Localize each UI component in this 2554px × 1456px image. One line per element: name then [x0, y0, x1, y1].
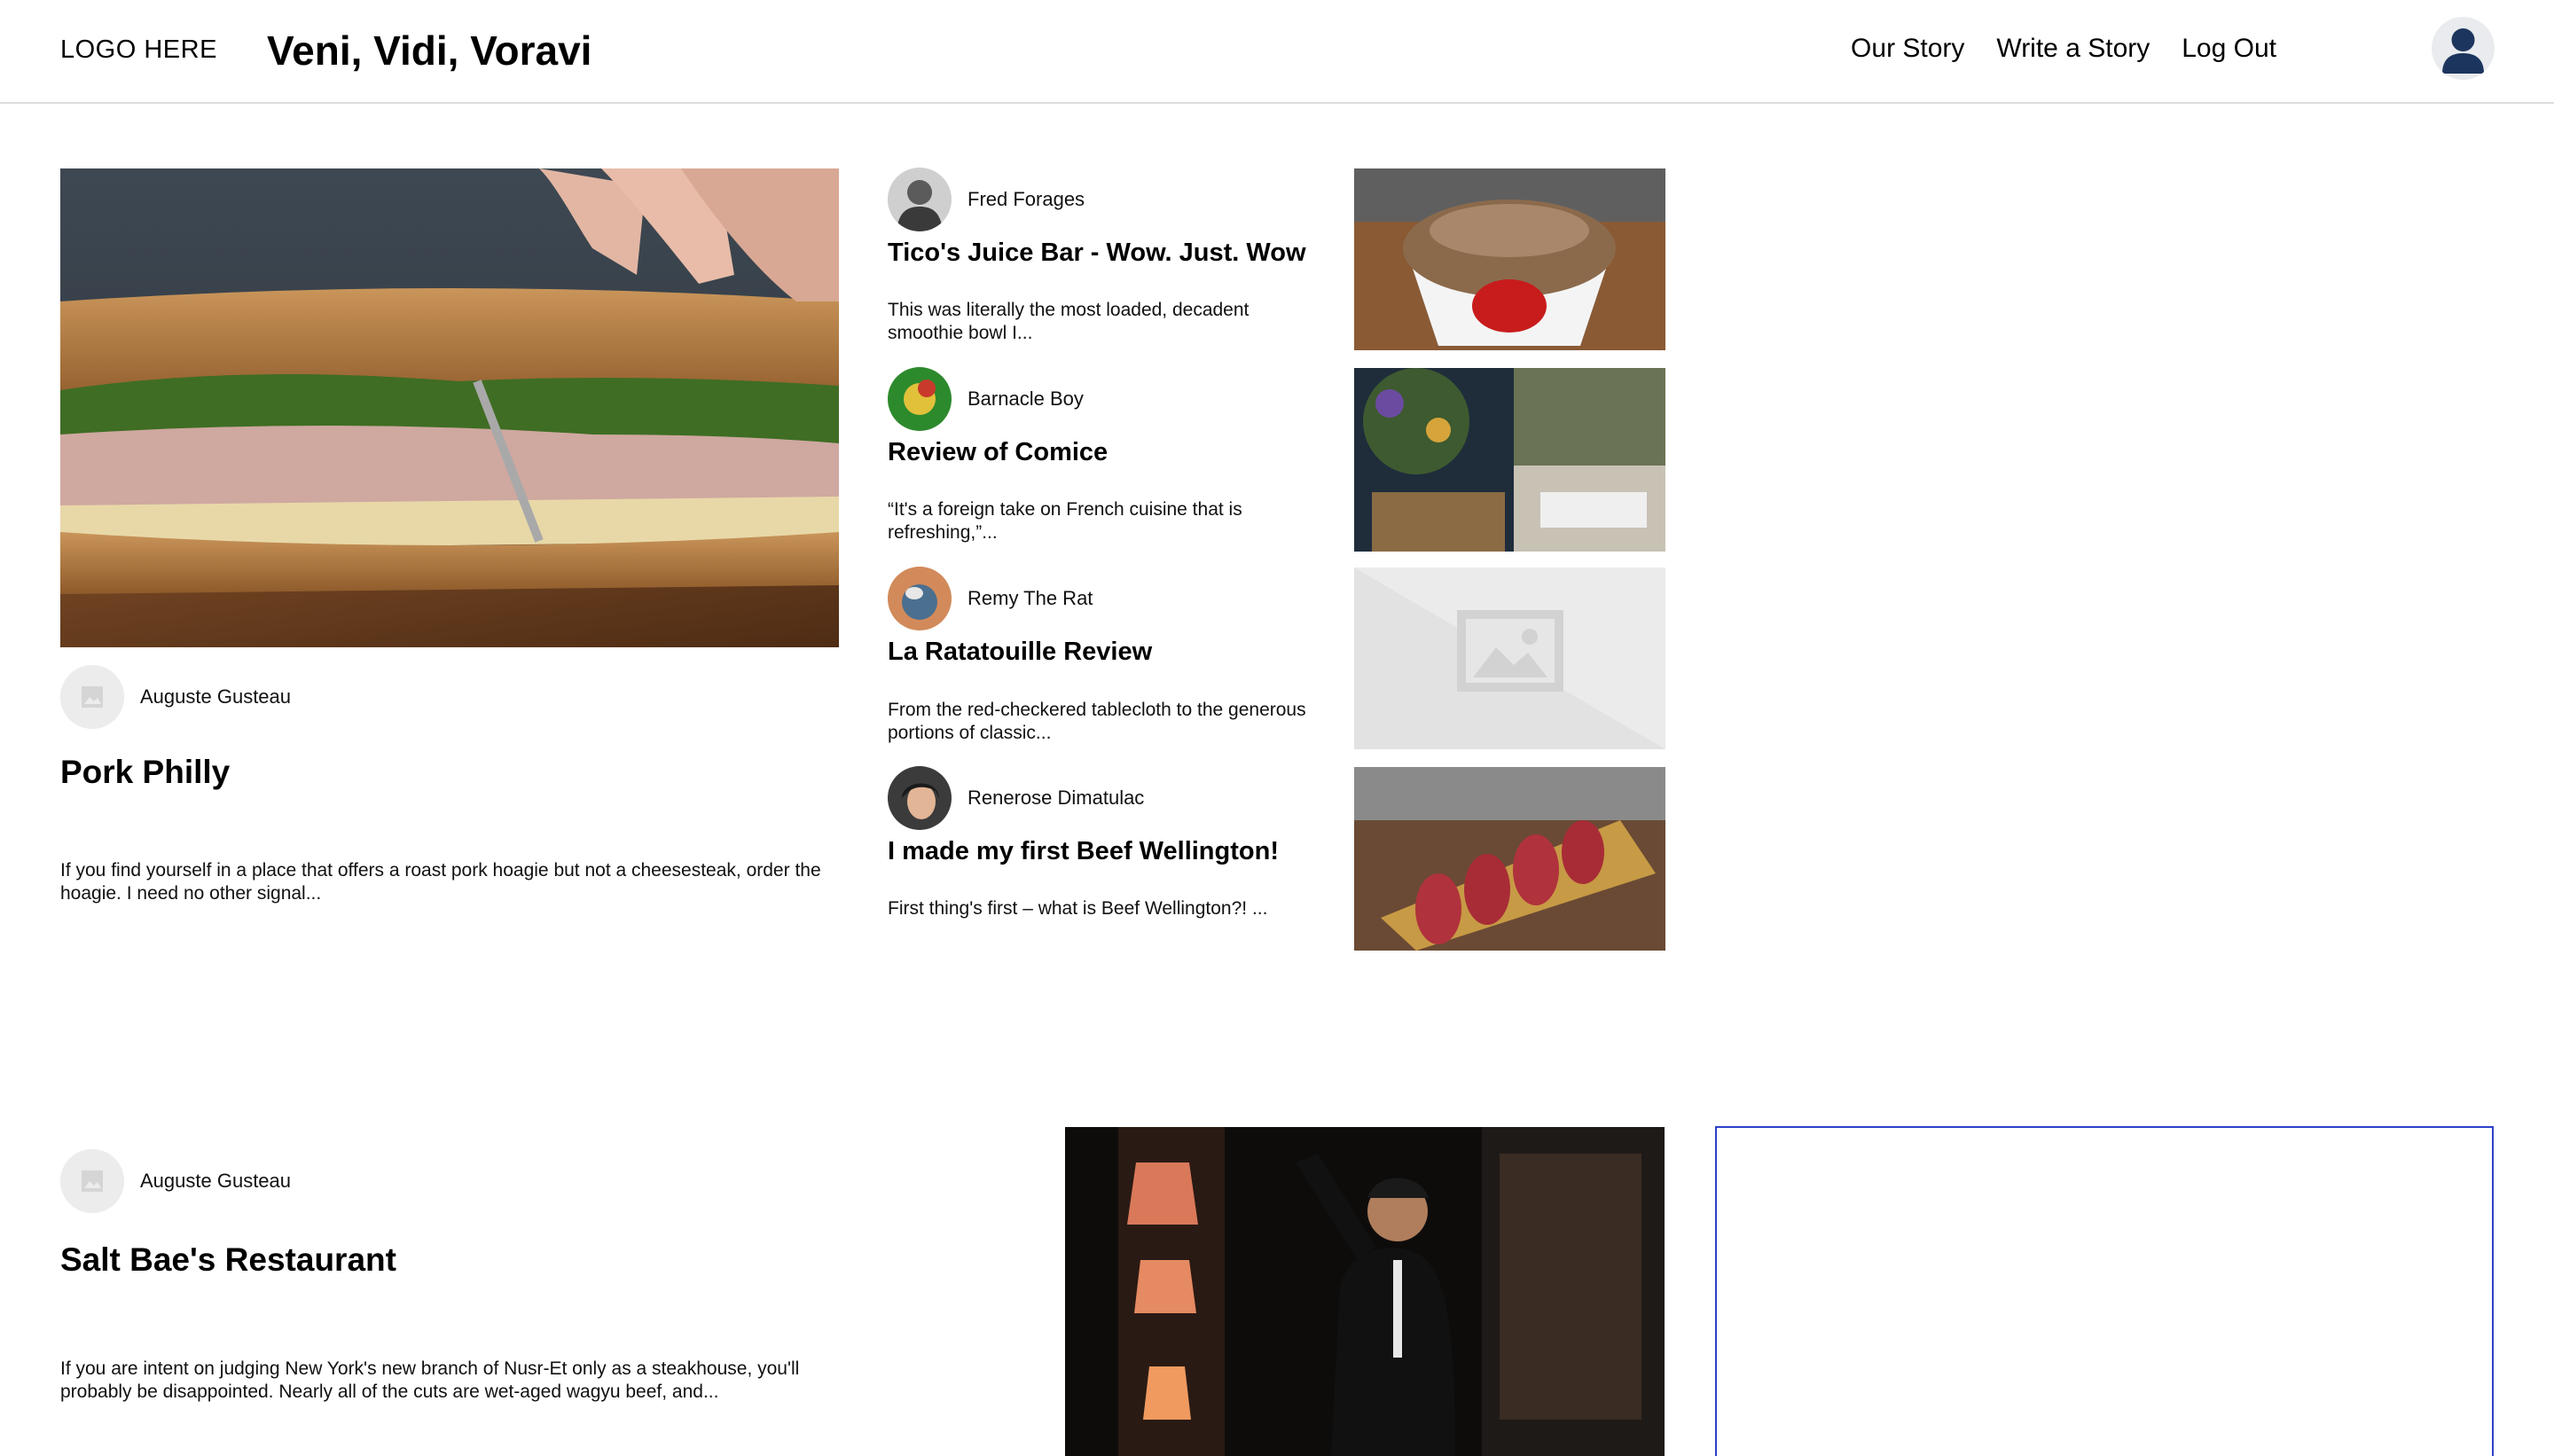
author-name: Fred Forages — [968, 188, 1085, 210]
nav-log-out[interactable]: Log Out — [2182, 34, 2276, 64]
story-excerpt: “It's a foreign take on French cuisine t… — [888, 499, 1242, 543]
featured-title[interactable]: Pork Philly — [60, 754, 230, 791]
avatar-placeholder-icon — [60, 1149, 124, 1213]
story-title[interactable]: La Ratatouille Review — [888, 638, 1152, 667]
story-image-restaurant-interior[interactable] — [1354, 368, 1665, 552]
story-author[interactable]: Barnacle Boy — [888, 367, 1084, 431]
story-author[interactable]: Fred Forages — [888, 168, 1085, 231]
second-featured-excerpt: If you are intent on judging New York's … — [60, 1358, 800, 1402]
second-featured-author[interactable]: Auguste Gusteau — [60, 1149, 291, 1213]
story-author[interactable]: Remy The Rat — [888, 567, 1093, 630]
story-title[interactable]: Tico's Juice Bar - Wow. Just. Wow — [888, 239, 1306, 268]
logo-placeholder[interactable]: LOGO HERE — [60, 35, 217, 65]
site-title[interactable]: Veni, Vidi, Voravi — [267, 27, 591, 74]
story-image-beef-wellington[interactable] — [1354, 767, 1665, 951]
user-avatar-icon[interactable] — [2432, 17, 2495, 80]
nav-write-a-story[interactable]: Write a Story — [1996, 34, 2150, 64]
second-featured-title[interactable]: Salt Bae's Restaurant — [60, 1241, 396, 1279]
avatar-photo — [888, 567, 952, 630]
story-author[interactable]: Renerose Dimatulac — [888, 766, 1144, 830]
second-featured-image[interactable] — [1065, 1127, 1665, 1456]
story-image-smoothie-bowl[interactable] — [1354, 168, 1665, 350]
top-header: LOGO HERE Veni, Vidi, Voravi Our Story W… — [0, 0, 2554, 104]
featured-author[interactable]: Auguste Gusteau — [60, 665, 291, 729]
featured-sandwich-image[interactable] — [60, 168, 839, 647]
empty-content-card[interactable] — [1715, 1126, 2494, 1456]
avatar-photo — [888, 168, 952, 231]
image-placeholder-icon[interactable] — [1354, 568, 1665, 749]
avatar-placeholder-icon — [60, 665, 124, 729]
author-name: Renerose Dimatulac — [968, 787, 1145, 809]
main-nav: Our Story Write a Story Log Out — [1851, 34, 2276, 64]
story-excerpt: From the red-checkered tablecloth to the… — [888, 700, 1306, 743]
author-name: Auguste Gusteau — [140, 685, 292, 708]
avatar-photo — [888, 766, 952, 830]
story-title[interactable]: Review of Comice — [888, 438, 1108, 467]
story-excerpt: This was literally the most loaded, deca… — [888, 300, 1250, 343]
featured-excerpt: If you find yourself in a place that off… — [60, 860, 821, 904]
story-excerpt: First thing's first – what is Beef Welli… — [888, 898, 1268, 919]
avatar-photo — [888, 367, 952, 431]
author-name: Barnacle Boy — [968, 387, 1084, 410]
nav-our-story[interactable]: Our Story — [1851, 34, 1964, 64]
author-name: Auguste Gusteau — [140, 1170, 292, 1192]
author-name: Remy The Rat — [968, 587, 1093, 609]
story-title[interactable]: I made my first Beef Wellington! — [888, 837, 1279, 866]
